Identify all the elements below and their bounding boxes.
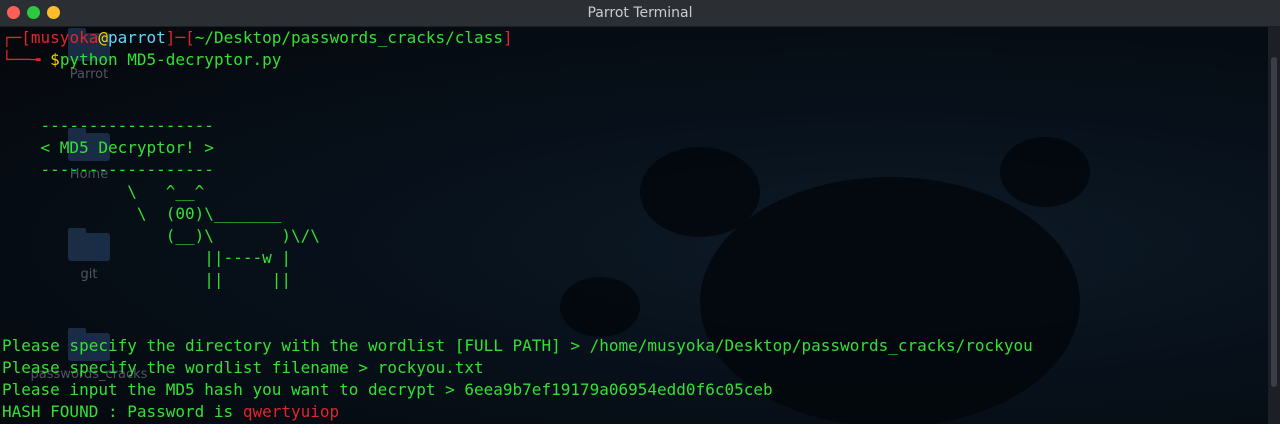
prompt-corner-top: ┌─ xyxy=(2,28,22,47)
banner-line: || || xyxy=(2,270,291,289)
prompt-path: ~/Desktop/passwords_cracks/class xyxy=(194,28,503,47)
prompt-at: @ xyxy=(98,28,108,47)
terminal-area[interactable]: Parrot Home git passwords_cracks ┌─[musy… xyxy=(0,27,1268,424)
banner-line: \ (00)\_______ xyxy=(2,204,282,223)
prompt-dollar: $ xyxy=(50,50,60,69)
terminal-window: Parrot Terminal Parrot Home git password… xyxy=(0,0,1280,424)
command-text: python MD5-decryptor.py xyxy=(59,50,282,69)
title-bar[interactable]: Parrot Terminal xyxy=(0,0,1280,27)
directory-prompt-line: Please specify the directory with the wo… xyxy=(2,336,1033,355)
prompt-bracket-close: ] xyxy=(165,28,176,47)
filename-prompt-line: Please specify the wordlist filename > r… xyxy=(2,358,484,377)
banner-line: (__)\ )\/\ xyxy=(2,226,320,245)
scrollbar-thumb[interactable] xyxy=(1271,57,1277,387)
hash-found-line: HASH FOUND : Password is qwertyuiop xyxy=(2,401,1262,423)
banner-line: \ ^__^ xyxy=(2,182,205,201)
prompt-user: musyoka xyxy=(30,28,99,47)
window-title: Parrot Terminal xyxy=(587,5,693,21)
prompt-corner-bottom: └──╼ xyxy=(2,50,51,69)
banner-line: ------------------ xyxy=(2,116,214,135)
banner-line: ------------------ xyxy=(2,160,214,179)
banner-line: ||----w | xyxy=(2,248,291,267)
prompt-path-bracket-close: ] xyxy=(502,28,513,47)
prompt-line: ┌─[musyoka@parrot]─[~/Desktop/passwords_… xyxy=(2,27,1262,49)
prompt-bracket-open: [ xyxy=(21,28,31,47)
banner-line: < MD5 Decryptor! > xyxy=(2,138,214,157)
prompt-dash: ─ xyxy=(175,28,186,47)
prompt-host: parrot xyxy=(107,28,166,47)
hash-prompt-line: Please input the MD5 hash you want to de… xyxy=(2,380,773,399)
found-password: qwertyuiop xyxy=(242,402,340,421)
hash-found-label: HASH FOUND : Password is xyxy=(2,402,243,421)
terminal-output: ┌─[musyoka@parrot]─[~/Desktop/passwords_… xyxy=(2,27,1262,423)
prompt-path-bracket-open: [ xyxy=(185,28,195,47)
vertical-scrollbar[interactable] xyxy=(1268,27,1280,424)
command-line: └──╼ $python MD5-decryptor.py xyxy=(2,49,1262,71)
